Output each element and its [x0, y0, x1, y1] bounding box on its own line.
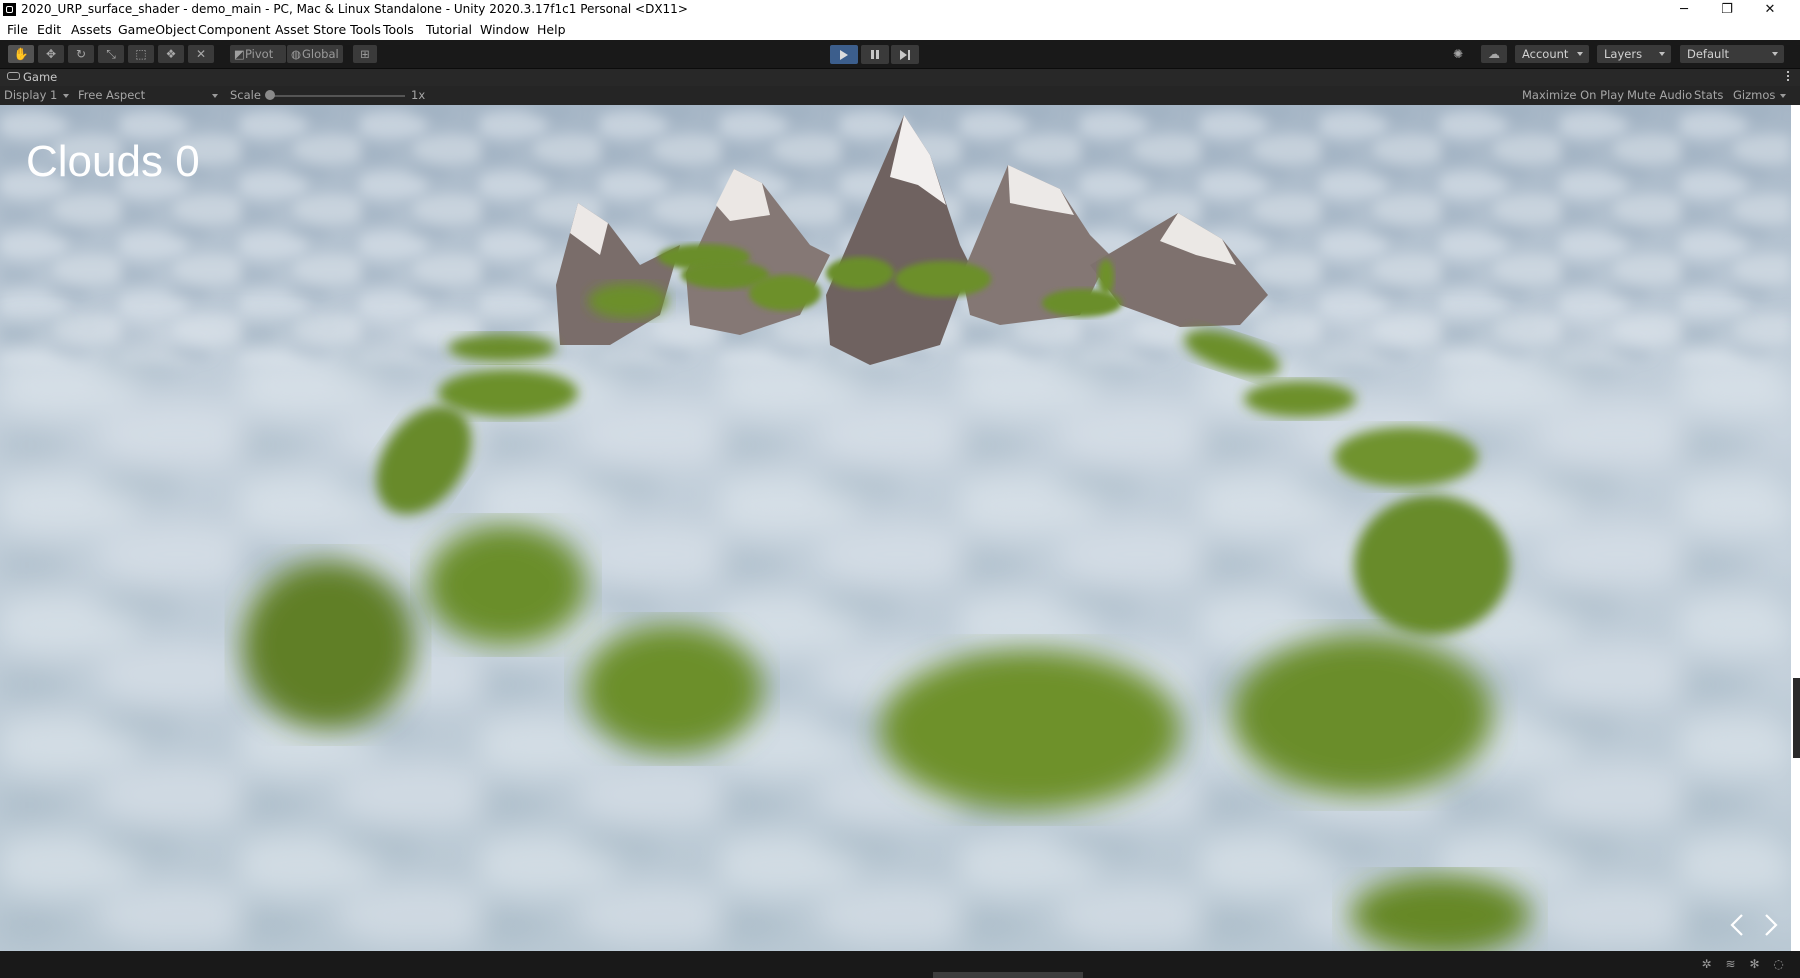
- hand-tool-button[interactable]: ✋: [8, 45, 34, 63]
- mute-audio-toggle[interactable]: Mute Audio: [1627, 86, 1692, 105]
- layers-dropdown[interactable]: Layers: [1597, 45, 1671, 63]
- scale-value: 1x: [411, 88, 426, 102]
- collab-icon: ✺: [1452, 47, 1464, 61]
- nav-prev-button[interactable]: [1724, 911, 1752, 939]
- step-button[interactable]: [891, 45, 919, 64]
- chevron-down-icon: [1772, 52, 1778, 56]
- menu-help[interactable]: Help: [537, 22, 566, 37]
- chevron-down-icon: [1780, 94, 1786, 98]
- nav-next-button[interactable]: [1756, 911, 1784, 939]
- stats-toggle[interactable]: Stats: [1694, 86, 1723, 105]
- maximize-on-play-toggle[interactable]: Maximize On Play: [1522, 86, 1624, 105]
- minimize-button[interactable]: ─: [1662, 0, 1706, 20]
- chevron-down-icon: [1577, 52, 1583, 56]
- step-icon: [900, 50, 907, 60]
- aspect-dropdown[interactable]: Free Aspect: [78, 86, 145, 105]
- menu-asset-store-tools[interactable]: Asset Store Tools: [275, 22, 381, 37]
- menu-window[interactable]: Window: [480, 22, 529, 37]
- display-dropdown[interactable]: Display 1: [4, 86, 57, 105]
- transform-icon: ❖: [165, 47, 177, 61]
- account-dropdown[interactable]: Account: [1515, 45, 1589, 63]
- menu-file[interactable]: File: [7, 22, 28, 37]
- close-button[interactable]: ✕: [1748, 0, 1792, 20]
- cloud-icon: ☁: [1488, 47, 1500, 61]
- rect-tool-button[interactable]: ⬚: [128, 45, 154, 63]
- pivot-toggle[interactable]: ◩Pivot: [230, 45, 286, 63]
- chevron-down-icon: [212, 94, 218, 98]
- game-tab-strip: Game: [0, 69, 1800, 87]
- layout-label: Default: [1687, 47, 1730, 61]
- tools-icon: ✕: [195, 47, 207, 61]
- bug-icon[interactable]: ✲: [1699, 957, 1714, 972]
- window-title: 2020_URP_surface_shader - demo_main - PC…: [21, 2, 688, 16]
- gizmos-toggle[interactable]: Gizmos: [1733, 86, 1775, 105]
- menu-edit[interactable]: Edit: [37, 22, 61, 37]
- grid-snap-button[interactable]: ⊞: [353, 45, 377, 63]
- rotate-icon: ↻: [75, 47, 87, 61]
- tab-menu-icon[interactable]: [1787, 71, 1790, 83]
- pivot-icon: ◩: [234, 47, 245, 61]
- chevron-down-icon: [1659, 52, 1665, 56]
- move-icon: ✥: [45, 47, 57, 61]
- move-tool-button[interactable]: ✥: [38, 45, 64, 63]
- main-toolbar: ✋ ✥ ↻ ⤡ ⬚ ❖ ✕ ◩Pivot ◍Global ⊞ ✺ ☁ Accou…: [0, 40, 1800, 69]
- clouds-score: Clouds 0: [26, 137, 200, 186]
- scale-slider-track[interactable]: [270, 95, 405, 97]
- window-right-edge: [1791, 105, 1800, 951]
- scale-tool-button[interactable]: ⤡: [98, 45, 124, 63]
- unity-logo-icon: [3, 3, 16, 16]
- check-circle-icon[interactable]: ◌: [1771, 957, 1786, 972]
- chevron-left-icon: [1730, 914, 1743, 936]
- gamepad-icon: [7, 72, 20, 80]
- collab-button[interactable]: ✺: [1445, 45, 1471, 63]
- globe-icon: ◍: [291, 47, 302, 61]
- chevron-down-icon: [63, 94, 69, 98]
- layers-label: Layers: [1604, 47, 1643, 61]
- menu-assets[interactable]: Assets: [71, 22, 112, 37]
- game-scene: [0, 105, 1791, 951]
- tab-game-label: Game: [23, 70, 58, 84]
- game-view-controls: Display 1 Free Aspect Scale 1x Maximize …: [0, 86, 1800, 106]
- play-icon: [840, 50, 848, 60]
- global-label: Global: [302, 47, 339, 61]
- window-title-bar: 2020_URP_surface_shader - demo_main - PC…: [0, 0, 1800, 20]
- rect-icon: ⬚: [135, 47, 147, 61]
- rotate-tool-button[interactable]: ↻: [68, 45, 94, 63]
- account-label: Account: [1522, 47, 1569, 61]
- global-toggle[interactable]: ◍Global: [287, 45, 343, 63]
- menu-component[interactable]: Component: [198, 22, 271, 37]
- grid-icon: ⊞: [360, 47, 370, 61]
- chevron-right-icon: [1765, 914, 1778, 936]
- restore-button[interactable]: ❐: [1705, 0, 1749, 20]
- menu-tutorial[interactable]: Tutorial: [426, 22, 472, 37]
- layers-stack-icon[interactable]: ≋: [1723, 957, 1738, 972]
- scale-slider-handle[interactable]: [265, 90, 275, 100]
- menu-tools[interactable]: Tools: [383, 22, 414, 37]
- pivot-label: Pivot: [245, 47, 274, 61]
- transform-tool-button[interactable]: ❖: [158, 45, 184, 63]
- custom-tool-button[interactable]: ✕: [188, 45, 214, 63]
- scale-label: Scale: [230, 88, 261, 102]
- menu-bar: File Edit Assets GameObject Component As…: [0, 20, 1800, 40]
- horizontal-scrollbar[interactable]: [933, 972, 1083, 978]
- pause-icon: [871, 50, 879, 59]
- game-viewport[interactable]: Clouds 0: [0, 105, 1791, 951]
- auto-generate-icon[interactable]: ✻: [1747, 957, 1762, 972]
- play-button[interactable]: [830, 45, 858, 64]
- menu-gameobject[interactable]: GameObject: [118, 22, 196, 37]
- scale-icon: ⤡: [106, 47, 116, 61]
- hand-icon: ✋: [13, 47, 29, 61]
- status-bar: ✲ ≋ ✻ ◌: [0, 951, 1800, 978]
- layout-dropdown[interactable]: Default: [1680, 45, 1784, 63]
- pause-button[interactable]: [861, 45, 889, 64]
- tab-game[interactable]: Game: [0, 69, 66, 86]
- cloud-button[interactable]: ☁: [1481, 45, 1507, 63]
